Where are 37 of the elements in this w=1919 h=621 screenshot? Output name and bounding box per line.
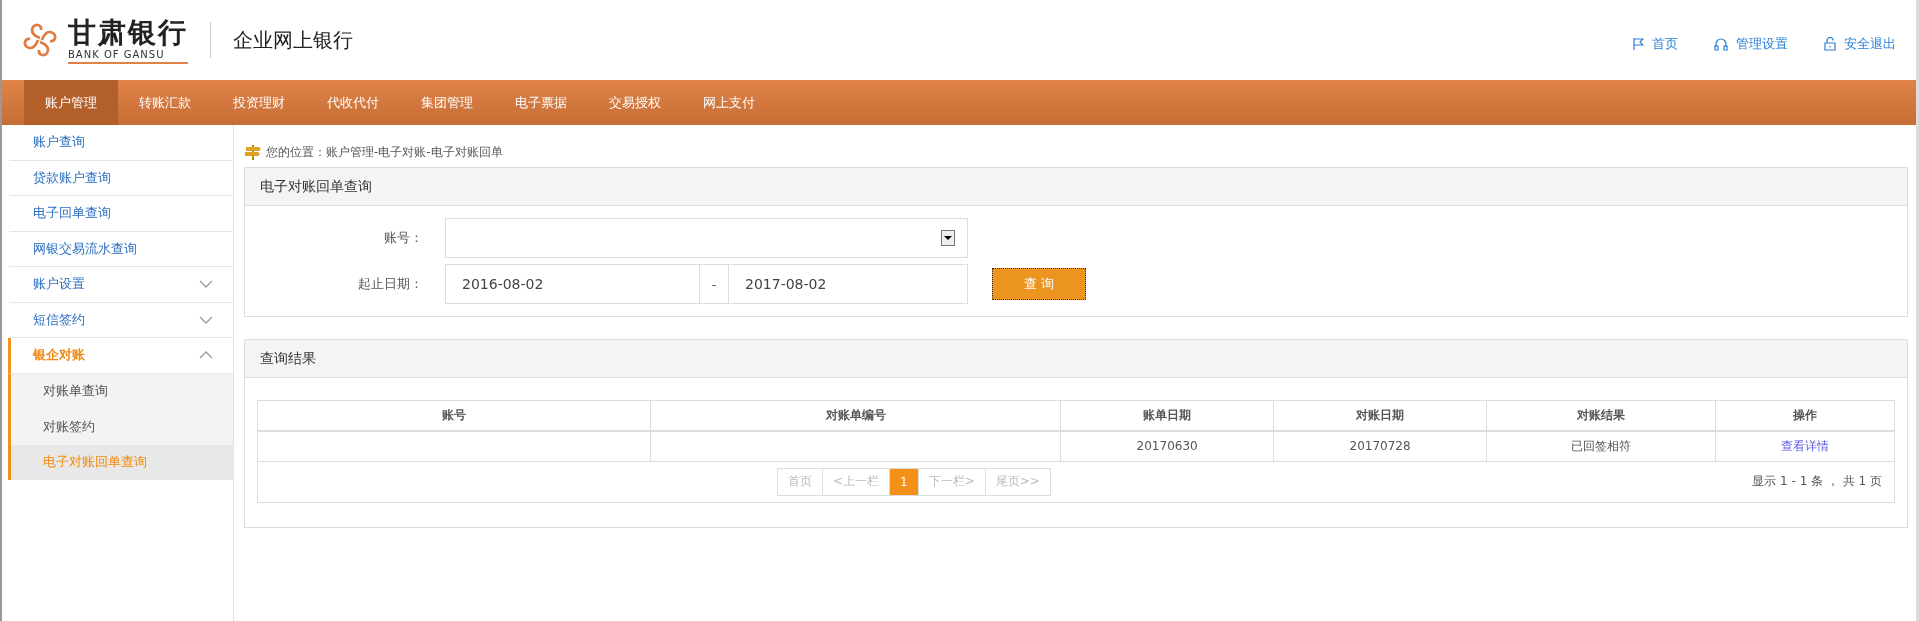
end-date-field[interactable]: 2017-08-02 <box>728 264 968 304</box>
nav-tab[interactable]: 投资理财 <box>212 80 306 125</box>
column-header: 对账日期 <box>1273 401 1487 431</box>
nav-tab[interactable]: 网上支付 <box>682 80 776 125</box>
column-header: 操作 <box>1715 401 1894 431</box>
sidebar-subitem[interactable]: 对账单查询 <box>8 373 233 409</box>
breadcrumb: 您的位置：账户管理-电子对账-电子对账回单 <box>266 143 503 161</box>
nav-tab[interactable]: 代收代付 <box>306 80 400 125</box>
column-header: 对账结果 <box>1486 401 1716 431</box>
page-button[interactable]: 1 <box>889 467 919 496</box>
field-label: 账号： <box>384 229 424 247</box>
header-link[interactable]: 管理设置 <box>1714 35 1788 53</box>
column-header: 账号 <box>258 401 651 431</box>
panel-title: 查询结果 <box>245 340 1907 378</box>
column-header: 对账单编号 <box>650 401 1061 431</box>
site-title: 企业网上银行 <box>233 26 353 54</box>
start-date-field[interactable]: 2016-08-02 <box>445 264 700 304</box>
sidebar-subitem[interactable]: 对账签约 <box>8 409 233 445</box>
details-link[interactable]: 查看详情 <box>1780 438 1829 453</box>
bank-name-english: BANK OF GANSU <box>68 48 188 64</box>
nav-tab[interactable]: 电子票据 <box>494 80 588 125</box>
sidebar-group[interactable]: 银企对账 <box>8 338 233 374</box>
header-link[interactable]: 安全退出 <box>1824 35 1896 53</box>
query-button[interactable]: 查 询 <box>992 268 1086 300</box>
column-header: 账单日期 <box>1060 401 1274 431</box>
pagination-summary: 显示 1 - 1 条 ， 共 1 页 <box>1752 473 1882 490</box>
header-link[interactable]: 首页 <box>1633 35 1678 53</box>
panel-title: 电子对账回单查询 <box>245 168 1907 206</box>
table-cell: 已回签相符 <box>1486 431 1716 461</box>
table-cell: 20170728 <box>1273 431 1487 461</box>
field-label: 起止日期： <box>358 275 424 293</box>
bank-name: 甘肃银行 <box>68 16 188 49</box>
nav-tab[interactable]: 转账汇款 <box>118 80 212 125</box>
nav-tab[interactable]: 账户管理 <box>24 80 118 125</box>
nav-tab[interactable]: 交易授权 <box>588 80 682 125</box>
nav-tab[interactable]: 集团管理 <box>400 80 494 125</box>
table-cell: 20170630 <box>1060 431 1274 461</box>
